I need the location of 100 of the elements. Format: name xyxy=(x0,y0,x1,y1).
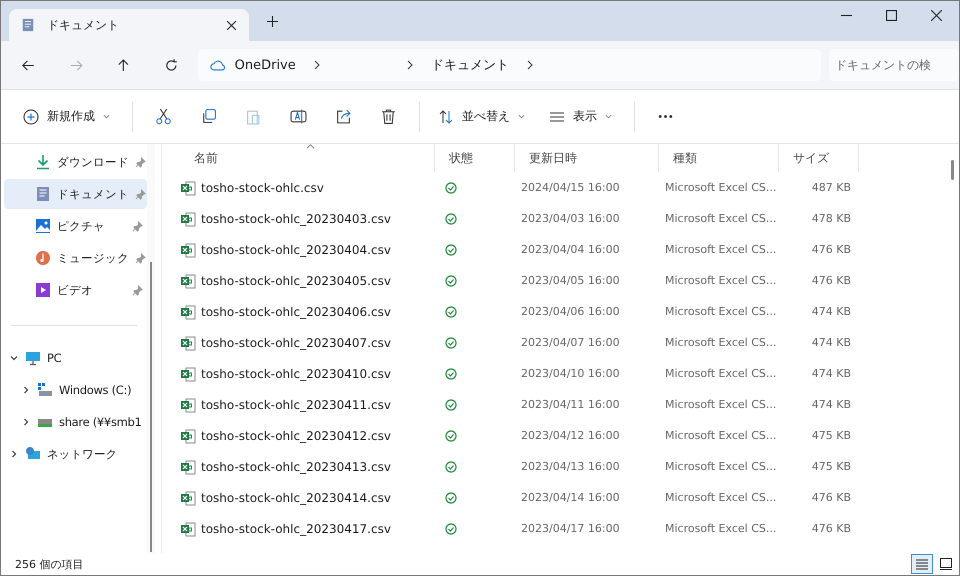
monitor-icon xyxy=(25,350,41,366)
check-circle-icon xyxy=(445,306,457,318)
table-cell-text: 487 KB xyxy=(810,181,852,194)
chevron-icon[interactable] xyxy=(21,417,31,427)
scrollbar-thumb[interactable] xyxy=(150,262,152,552)
file-name[interactable]: tosho-stock-ohlc_20230405.csv xyxy=(201,274,391,288)
chevron-icon[interactable] xyxy=(21,385,31,395)
table-cell-text: Microsoft Excel CS... xyxy=(664,460,778,473)
table-cell-text: 476 KB xyxy=(810,491,852,504)
column-header[interactable]: 更新日時 xyxy=(515,144,659,172)
tree-item[interactable]: ネットワーク xyxy=(47,446,118,462)
pin-icon[interactable] xyxy=(132,220,143,232)
table-cell-text: Microsoft Excel CS... xyxy=(664,305,778,318)
cloud-icon xyxy=(210,60,226,70)
table-cell-text: 476 KB xyxy=(810,522,852,535)
close-icon[interactable] xyxy=(931,10,942,21)
pin-icon[interactable] xyxy=(135,156,146,168)
refresh-icon[interactable] xyxy=(164,58,179,72)
table-cell-text: 2023/04/12 16:00 xyxy=(520,429,621,442)
sidebar-item[interactable]: ピクチャ xyxy=(4,211,147,241)
plus-circle-icon xyxy=(23,108,39,124)
tree-item[interactable]: Windows (C:) xyxy=(59,383,132,397)
close-icon[interactable] xyxy=(226,20,237,30)
table-cell-text: 474 KB xyxy=(810,367,852,380)
new-button[interactable]: 新規作成 xyxy=(13,102,120,131)
table-cell-text: 476 KB xyxy=(810,243,852,256)
file-name[interactable]: tosho-stock-ohlc.csv xyxy=(201,180,324,194)
view-button[interactable]: 表示 xyxy=(539,102,622,131)
pin-icon[interactable] xyxy=(132,284,143,296)
table-cell-text: 2023/04/07 16:00 xyxy=(520,336,621,349)
check-circle-icon xyxy=(445,336,457,348)
file-name[interactable]: tosho-stock-ohlc_20230407.csv xyxy=(201,336,391,350)
file-name[interactable]: tosho-stock-ohlc_20230410.csv xyxy=(201,366,391,380)
excel-file-icon xyxy=(180,458,196,474)
table-cell-text: Microsoft Excel CS... xyxy=(664,181,778,194)
rename-icon[interactable] xyxy=(290,108,307,125)
excel-file-icon xyxy=(180,180,196,196)
share-icon[interactable] xyxy=(335,108,352,125)
add-tab-icon[interactable] xyxy=(267,16,278,27)
table-cell-text: 2023/04/06 16:00 xyxy=(520,305,621,318)
excel-file-icon xyxy=(180,490,196,506)
file-name[interactable]: tosho-stock-ohlc_20230414.csv xyxy=(201,490,391,504)
excel-file-icon xyxy=(180,428,196,444)
drive-icon xyxy=(37,382,53,398)
chevron-icon[interactable] xyxy=(314,60,320,70)
chevron-icon[interactable] xyxy=(407,60,414,70)
sort-caret-icon xyxy=(306,144,315,149)
column-header[interactable]: 状態 xyxy=(435,144,515,172)
scissors-icon[interactable] xyxy=(155,108,172,125)
table-cell-text: 2023/04/04 16:00 xyxy=(520,243,621,256)
breadcrumb-item[interactable]: ドキュメント xyxy=(431,56,510,74)
address-bar[interactable]: OneDrive ドキュメント xyxy=(198,49,822,81)
sidebar-item[interactable]: ミュージック xyxy=(4,243,147,273)
video-icon xyxy=(35,282,51,298)
copy-icon[interactable] xyxy=(200,108,217,125)
chevron-icon[interactable] xyxy=(9,353,19,363)
file-name[interactable]: tosho-stock-ohlc_20230412.csv xyxy=(201,428,391,442)
check-circle-icon xyxy=(445,492,457,504)
music-note-icon xyxy=(35,250,51,266)
excel-file-icon xyxy=(180,366,196,382)
picture-icon xyxy=(35,218,51,234)
file-name[interactable]: tosho-stock-ohlc_20230403.csv xyxy=(201,212,391,226)
sidebar-item[interactable]: ダウンロード xyxy=(4,147,147,177)
file-name[interactable]: tosho-stock-ohlc_20230411.csv xyxy=(201,398,391,412)
sidebar-item[interactable]: ドキュメント xyxy=(4,179,147,209)
search-field[interactable]: ドキュメントの検 xyxy=(829,49,959,81)
column-header[interactable]: 名前 xyxy=(180,144,435,172)
file-name[interactable]: tosho-stock-ohlc_20230406.csv xyxy=(201,304,391,318)
excel-file-icon xyxy=(180,520,196,536)
breadcrumb-item[interactable]: OneDrive xyxy=(234,58,296,72)
excel-file-icon xyxy=(180,304,196,320)
scrollbar-thumb[interactable] xyxy=(951,160,954,180)
trash-icon[interactable] xyxy=(380,108,397,125)
table-cell-text: 478 KB xyxy=(810,212,852,225)
chevron-icon[interactable] xyxy=(9,449,19,459)
column-header[interactable]: サイズ xyxy=(779,144,859,172)
table-cell-text: 475 KB xyxy=(810,460,852,473)
excel-file-icon xyxy=(180,396,196,412)
tree-item[interactable]: share (¥¥smb1 xyxy=(59,415,142,429)
tab-title: ドキュメント xyxy=(47,16,120,34)
maximize-icon[interactable] xyxy=(886,10,897,21)
sort-button[interactable]: 並べ替え xyxy=(428,102,535,131)
chevron-icon[interactable] xyxy=(527,60,534,70)
item-count: 256 個の項目 xyxy=(15,556,84,572)
file-name[interactable]: tosho-stock-ohlc_20230413.csv xyxy=(201,460,391,474)
up-arrow-icon[interactable] xyxy=(116,58,131,72)
check-circle-icon xyxy=(445,368,457,380)
details-view-button[interactable] xyxy=(911,554,933,574)
tree-item[interactable]: PC xyxy=(47,351,62,365)
document-icon xyxy=(21,17,35,33)
clipboard-icon[interactable] xyxy=(245,108,262,125)
caret-icon xyxy=(518,114,525,119)
table-cell-text: 2023/04/05 16:00 xyxy=(520,274,621,287)
table-cell-text: 474 KB xyxy=(810,398,852,411)
file-name[interactable]: tosho-stock-ohlc_20230404.csv xyxy=(201,242,391,256)
window-tab[interactable]: ドキュメント xyxy=(9,9,249,41)
pin-icon[interactable] xyxy=(135,252,146,264)
column-header[interactable]: 種類 xyxy=(659,144,779,172)
file-name[interactable]: tosho-stock-ohlc_20230417.csv xyxy=(201,522,391,536)
sidebar-item[interactable]: ビデオ xyxy=(4,275,147,305)
